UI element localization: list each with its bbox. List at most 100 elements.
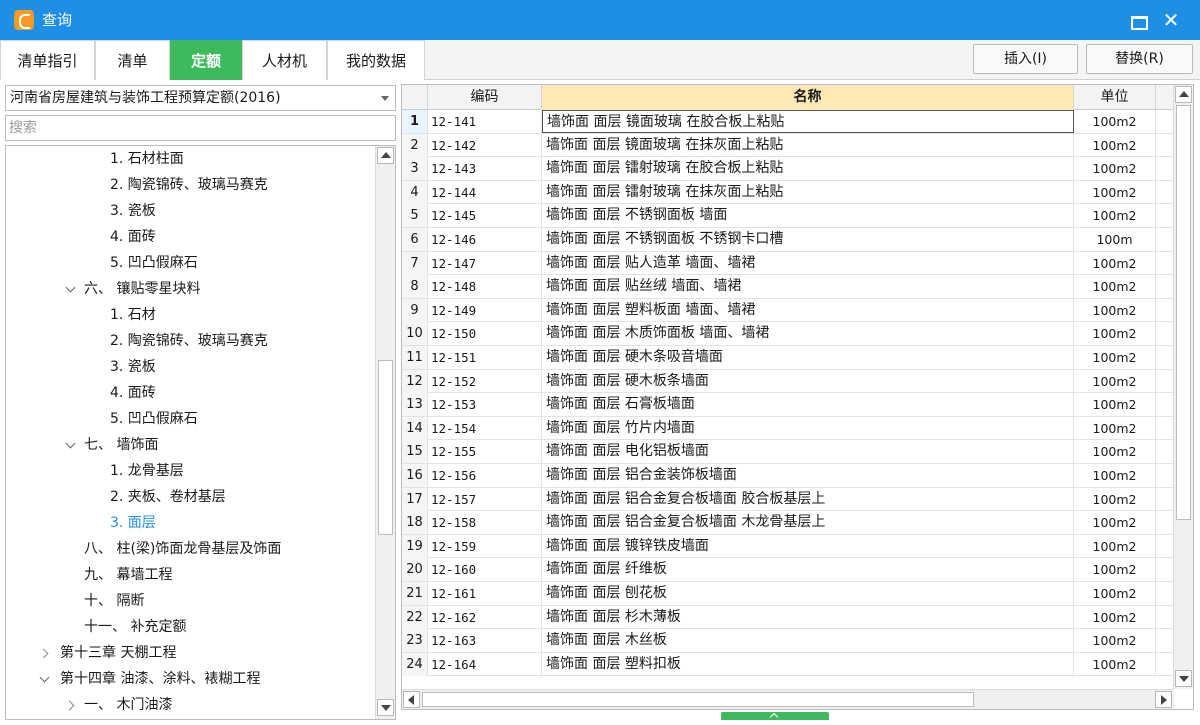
scroll-left-icon[interactable] [403,691,420,708]
chevron-right-icon[interactable] [38,640,52,666]
chevron-down-icon[interactable] [64,432,78,458]
tree-item-label: 七、 墙饰面 [84,437,159,453]
table-row[interactable]: 17 12-157 墙饰面 面层 铝合金复合板墙面 胶合板基层上 100m2 [402,487,1174,512]
row-index: 8 [402,275,428,299]
scroll-thumb[interactable] [422,692,974,707]
cell-code: 12-164 [428,652,542,676]
table-row[interactable]: 23 12-163 墙饰面 面层 木丝板 100m2 [402,629,1174,653]
cell-unit: 100m2 [1074,534,1156,558]
cell-code: 12-156 [428,464,542,487]
cell-unit: 100m2 [1074,652,1156,676]
table-row[interactable]: 8 12-148 墙饰面 面层 贴丝绒 墙面、墙裙 100m2 [402,275,1174,299]
table-row[interactable]: 11 12-151 墙饰面 面层 硬木条吸音墙面 100m2 [402,346,1174,370]
tree-item-label: 4. 面砖 [110,385,156,401]
cell-unit: 100m2 [1074,393,1156,417]
cell-unit: 100m2 [1074,180,1156,204]
header-name[interactable]: 名称 [542,85,1074,110]
cell-unit: 100m2 [1074,558,1156,582]
insert-button[interactable]: 插入(I) [973,44,1078,74]
tab-norm[interactable]: 定额 [170,40,242,80]
table-row[interactable]: 18 12-158 墙饰面 面层 铝合金复合板墙面 木龙骨基层上 100m2 [402,511,1174,535]
table-row[interactable]: 16 12-156 墙饰面 面层 铝合金装饰板墙面 100m2 [402,464,1174,488]
tab-my-data[interactable]: 我的数据 [327,40,425,80]
table-row[interactable]: 2 12-142 墙饰面 面层 镜面玻璃 在抹灰面上粘贴 100m2 [402,133,1174,158]
cell-code: 12-145 [428,204,542,228]
table-row[interactable]: 12 12-152 墙饰面 面层 硬木板条墙面 100m2 [402,369,1174,394]
maximize-icon[interactable] [1125,8,1151,32]
replace-button[interactable]: 替换(R) [1086,44,1193,74]
tab-bill[interactable]: 清单 [95,40,170,80]
search-input[interactable] [5,115,396,141]
cell-unit: 100m2 [1074,322,1156,346]
cell-code: 12-143 [428,157,542,181]
scroll-down-icon[interactable] [1175,670,1192,687]
cell-code: 12-152 [428,369,542,393]
scroll-up-icon[interactable] [377,147,394,164]
collapse-panel-handle[interactable] [721,712,829,720]
row-index: 17 [402,487,428,511]
cell-unit: 100m2 [1074,629,1156,653]
tab-labor-material-machine[interactable]: 人材机 [242,40,327,80]
table-row[interactable]: 24 12-164 墙饰面 面层 塑料扣板 100m2 [402,652,1174,677]
cell-code: 12-160 [428,558,542,582]
cell-unit: 100m2 [1074,369,1156,393]
row-index: 20 [402,558,428,582]
dropdown-arrow-icon[interactable] [381,96,389,101]
header-code[interactable]: 编码 [428,85,542,110]
table-row[interactable]: 5 12-145 墙饰面 面层 不锈钢面板 墙面 100m2 [402,204,1174,228]
cell-code: 12-141 [428,110,542,133]
scroll-thumb[interactable] [1176,105,1191,520]
cell-unit: 100m2 [1074,275,1156,299]
cell-unit: 100m2 [1074,605,1156,629]
cell-name: 墙饰面 面层 不锈钢面板 不锈钢卡口槽 [542,228,1074,251]
tab-bill-guide[interactable]: 清单指引 [0,40,95,80]
cell-code: 12-147 [428,251,542,275]
cell-unit: 100m2 [1074,440,1156,464]
scroll-down-icon[interactable] [377,699,394,716]
table-row[interactable]: 20 12-160 墙饰面 面层 纤维板 100m2 [402,558,1174,582]
table-horizontal-scrollbar[interactable] [402,689,1174,709]
row-index: 1 [402,110,428,133]
header-unit[interactable]: 单位 [1074,85,1156,110]
chevron-down-icon[interactable] [64,276,78,302]
row-index: 5 [402,204,428,228]
close-icon[interactable]: ✕ [1158,8,1184,32]
cell-name: 墙饰面 面层 镜面玻璃 在抹灰面上粘贴 [542,133,1074,157]
cell-name: 墙饰面 面层 贴人造革 墙面、墙裙 [542,251,1074,275]
table-row[interactable]: 9 12-149 墙饰面 面层 塑料板面 墙面、墙裙 100m2 [402,298,1174,323]
norm-library-select[interactable]: 河南省房屋建筑与装饰工程预算定额(2016) [5,85,396,111]
cell-code: 12-157 [428,487,542,511]
table-row[interactable]: 21 12-161 墙饰面 面层 刨花板 100m2 [402,582,1174,606]
table-row[interactable]: 3 12-143 墙饰面 面层 镭射玻璃 在胶合板上粘贴 100m2 [402,157,1174,181]
table-row[interactable]: 15 12-155 墙饰面 面层 电化铝板墙面 100m2 [402,440,1174,464]
table-row[interactable]: 14 12-154 墙饰面 面层 竹片内墙面 100m2 [402,416,1174,441]
tree-scrollbar[interactable] [375,146,395,719]
tree-item-label: 5. 凹凸假麻石 [110,411,198,427]
scroll-thumb[interactable] [378,360,393,535]
table-row[interactable]: 1 12-141 墙饰面 面层 镜面玻璃 在胶合板上粘贴 100m2 [402,110,1174,134]
table-vertical-scrollbar[interactable] [1173,85,1193,689]
cell-unit: 100m2 [1074,487,1156,511]
cell-name: 墙饰面 面层 石膏板墙面 [542,393,1074,417]
table-row[interactable]: 10 12-150 墙饰面 面层 木质饰面板 墙面、墙裙 100m2 [402,322,1174,346]
cell-unit: 100m2 [1074,582,1156,605]
table-row[interactable]: 4 12-144 墙饰面 面层 镭射玻璃 在抹灰面上粘贴 100m2 [402,180,1174,205]
cell-name: 墙饰面 面层 镜面玻璃 在胶合板上粘贴 [542,110,1074,133]
table-row[interactable]: 13 12-153 墙饰面 面层 石膏板墙面 100m2 [402,393,1174,417]
cell-name: 墙饰面 面层 竹片内墙面 [542,416,1074,440]
chevron-right-icon[interactable] [64,692,78,718]
cell-code: 12-158 [428,511,542,535]
table-row[interactable]: 22 12-162 墙饰面 面层 杉木薄板 100m2 [402,605,1174,630]
chevron-down-icon[interactable] [38,666,52,692]
row-index: 11 [402,346,428,369]
table-row[interactable]: 19 12-159 墙饰面 面层 镀锌铁皮墙面 100m2 [402,534,1174,559]
scroll-right-icon[interactable] [1155,691,1172,708]
window-title: 查询 [42,11,73,29]
scroll-up-icon[interactable] [1175,86,1192,103]
row-index: 7 [402,251,428,275]
table-row[interactable]: 7 12-147 墙饰面 面层 贴人造革 墙面、墙裙 100m2 [402,251,1174,276]
table-row[interactable]: 6 12-146 墙饰面 面层 不锈钢面板 不锈钢卡口槽 100m [402,228,1174,252]
cell-name: 墙饰面 面层 刨花板 [542,582,1074,605]
tree-item-label: 2. 夹板、卷材基层 [110,489,226,505]
cell-name: 墙饰面 面层 硬木板条墙面 [542,369,1074,393]
